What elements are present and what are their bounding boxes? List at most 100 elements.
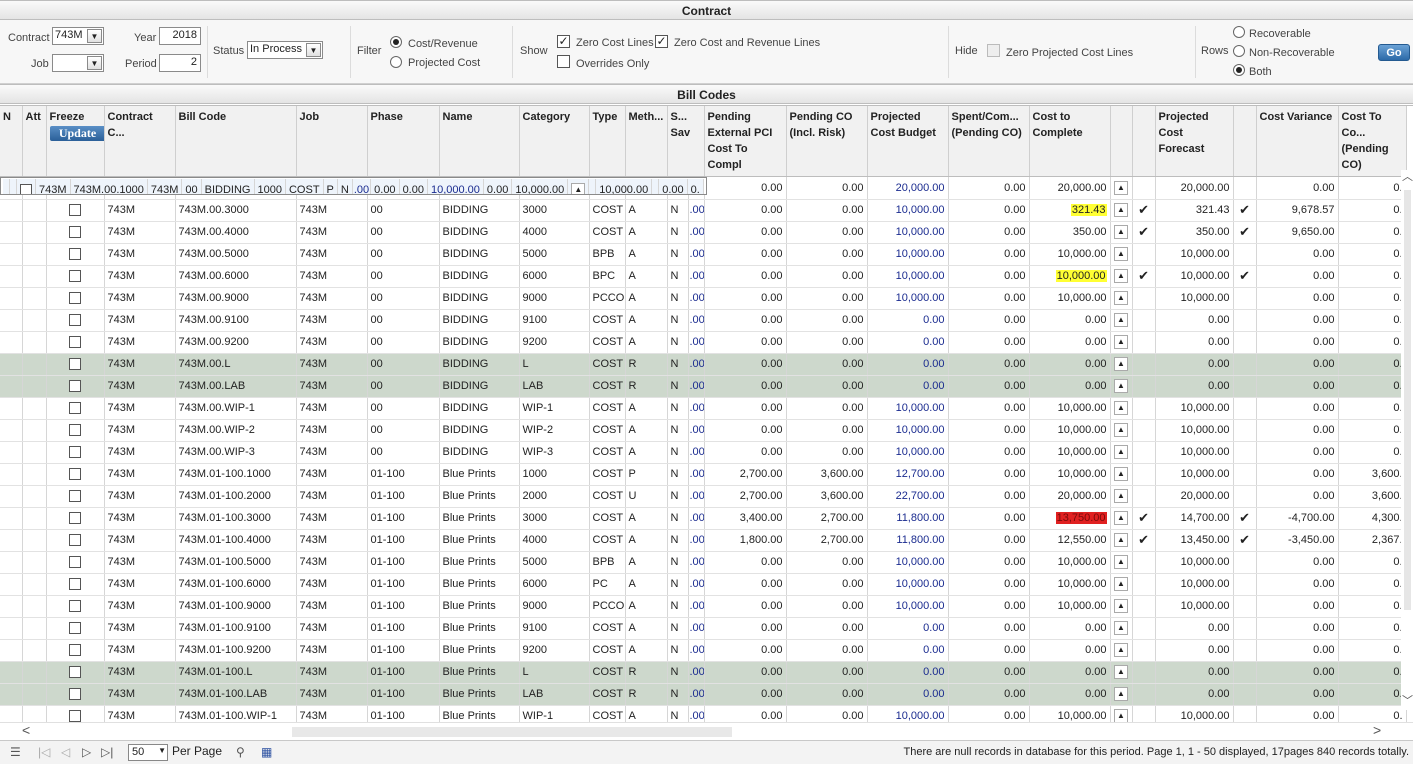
period-input[interactable]: 2 [159, 54, 201, 72]
list-icon[interactable]: ☰ [10, 745, 21, 759]
table-row[interactable]: 743M 743M.01-100.9100 743M 01-100 Blue Print… [0, 617, 1407, 640]
cell-projected-budget[interactable]: 10,000.00 [867, 287, 949, 310]
first-page-icon[interactable]: |◁ [38, 745, 50, 759]
next-page-icon[interactable]: ▷ [82, 745, 91, 759]
override-up-icon[interactable]: ▲ [1114, 555, 1129, 569]
table-row[interactable]: 743M 743M.01-100.LAB 743M 01-100 Blue Prints… [0, 683, 1407, 706]
cell-projected-budget[interactable]: 12,700.00 [867, 463, 949, 486]
cell-bill-code[interactable]: 743M.00.LAB [175, 375, 297, 398]
table-row[interactable]: 743M 743M.00.9100 743M 00 BIDDING 9100 COST A N.… [0, 309, 1407, 332]
cell-bill-code[interactable]: 743M.00.9200 [175, 331, 297, 354]
col-pending-pci[interactable]: Pending External PCI Cost To Compl [704, 106, 787, 177]
freeze-checkbox[interactable] [69, 468, 81, 481]
table-row[interactable]: 743M 743M.01-100.2000 743M 01-100 Blue Print… [0, 485, 1407, 508]
cell-bill-code[interactable]: 743M.01-100.1000 [175, 463, 297, 486]
cell-projected-budget[interactable]: 10,000.00 [867, 243, 949, 266]
freeze-checkbox[interactable] [69, 512, 81, 525]
cell-bill-code[interactable]: 743M.01-100.WIP-1 [175, 705, 297, 722]
freeze-checkbox[interactable] [20, 183, 32, 194]
cell-cost-to-complete[interactable]: 10,000.00 [1029, 419, 1111, 442]
cell-projected-budget[interactable]: 10,000.00 [867, 573, 949, 596]
cell-cost-to-complete[interactable]: 20,000.00 [1029, 177, 1111, 200]
cell-cost-to-complete[interactable]: 321.43 [1029, 199, 1111, 222]
col-method[interactable]: Meth... [625, 106, 668, 177]
show-zero-cost-checkbox[interactable]: ✓ [557, 35, 570, 48]
override-up-icon[interactable]: ▲ [1114, 467, 1129, 481]
chevron-left-icon[interactable]: < [22, 722, 30, 738]
cell-cost-to-complete[interactable]: 20,000.00 [1029, 485, 1111, 508]
table-row[interactable]: 743M 743M.00.5000 743M 00 BIDDING 5000 BPB A N .0… [0, 243, 1407, 266]
filter-icon[interactable]: ⚲ [236, 745, 245, 759]
cell-cost-to-complete[interactable]: 0.00 [1029, 375, 1111, 398]
cell-bill-code[interactable]: 743M.01-100.LAB [175, 683, 297, 706]
cell-bill-code[interactable]: 743M.01-100.6000 [175, 573, 297, 596]
cell-projected-budget[interactable]: 10,000.00 [867, 397, 949, 420]
cell-cost-to-complete[interactable]: 0.00 [1029, 617, 1111, 640]
col-spent-committed[interactable]: Spent/Com... (Pending CO) [948, 106, 1030, 177]
update-button[interactable]: Update [49, 126, 103, 141]
override-up-icon[interactable]: ▲ [1114, 709, 1129, 722]
cell-bill-code[interactable]: 743M.01-100.9200 [175, 639, 297, 662]
freeze-checkbox[interactable] [69, 248, 81, 261]
override-up-icon[interactable]: ▲ [1114, 423, 1129, 437]
col-name[interactable]: Name [439, 106, 520, 177]
cell-projected-budget[interactable]: 10,000.00 [867, 441, 949, 464]
override-up-icon[interactable]: ▲ [1114, 180, 1129, 195]
freeze-checkbox[interactable] [69, 644, 81, 657]
cell-bill-code[interactable]: 743M.01-100.4000 [175, 529, 297, 552]
cell-projected-budget[interactable]: 10,000.00 [867, 419, 949, 442]
col-phase[interactable]: Phase [367, 106, 440, 177]
cell-bill-code[interactable]: 743M.00.6000 [175, 265, 297, 288]
cell-projected-budget[interactable]: 10,000.00 [867, 265, 949, 288]
override-up-icon[interactable]: ▲ [1114, 291, 1129, 305]
cell-bill-code[interactable]: 743M.00.4000 [175, 221, 297, 244]
cell-cost-to-complete[interactable]: 10,000.00 [1029, 397, 1111, 420]
override-up-icon[interactable]: ▲ [1114, 379, 1129, 393]
override-up-icon[interactable]: ▲ [1114, 489, 1129, 503]
freeze-checkbox[interactable] [69, 380, 81, 393]
freeze-checkbox[interactable] [69, 424, 81, 437]
filter-cost-revenue-radio[interactable] [390, 36, 402, 48]
cell-cost-to-complete[interactable]: 13,750.00 [1029, 507, 1111, 530]
col-n[interactable]: N [0, 106, 23, 177]
cell-projected-budget[interactable]: 10,000.00 [867, 199, 949, 222]
table-row[interactable]: 743M 743M.01-100.WIP-1 743M 01-100 Blue Prin… [0, 705, 1407, 722]
status-select[interactable]: In Process ▼ [247, 41, 323, 59]
col-cost-to-complete[interactable]: Cost to Complete [1029, 106, 1111, 177]
override-up-icon[interactable]: ▲ [1114, 511, 1129, 525]
table-row[interactable]: 743M 743M.00.9200 743M 00 BIDDING 9200 COST A N.… [0, 331, 1407, 354]
col-projected-forecast[interactable]: Projected Cost Forecast [1155, 106, 1234, 177]
col-job[interactable]: Job [296, 106, 368, 177]
scrollbar-thumb[interactable] [292, 727, 732, 737]
table-row[interactable]: 743M 743M.00.3000 743M 00 BIDDING 3000 COST A N.… [0, 199, 1407, 222]
col-type[interactable]: Type [589, 106, 626, 177]
vertical-scrollbar[interactable]: ︿ ﹀ [1401, 170, 1413, 710]
go-button[interactable]: Go [1378, 44, 1410, 61]
freeze-checkbox[interactable] [69, 534, 81, 547]
chevron-up-icon[interactable]: ︿ [1402, 168, 1413, 184]
override-up-icon[interactable]: ▲ [1114, 401, 1129, 415]
freeze-checkbox[interactable] [69, 622, 81, 635]
rows-recoverable-radio[interactable] [1233, 26, 1245, 38]
override-up-icon[interactable]: ▲ [1114, 445, 1129, 459]
scrollbar-thumb[interactable] [1404, 190, 1411, 610]
freeze-checkbox[interactable] [69, 292, 81, 305]
filter-projected-cost-radio[interactable] [390, 56, 402, 68]
cell-cost-to-complete[interactable]: 0.00 [1029, 639, 1111, 662]
override-up-icon[interactable]: ▲ [1114, 533, 1129, 547]
cell-projected-budget[interactable]: 0.00 [867, 353, 949, 376]
table-row[interactable]: 743M 743M.01-100.L 743M 01-100 Blue Prints L C… [0, 661, 1407, 684]
table-row[interactable]: 743M 743M.00.1000 743M 00 BIDDING 1000 COST P N.… [0, 177, 707, 195]
override-up-icon[interactable]: ▲ [1114, 269, 1129, 283]
override-up-icon[interactable]: ▲ [1114, 665, 1129, 679]
cell-projected-budget[interactable]: 0.00 [867, 331, 949, 354]
table-row[interactable]: 743M 743M.00.LAB 743M 00 BIDDING LAB COST R N .00… [0, 375, 1407, 398]
rows-both-radio[interactable] [1233, 64, 1245, 76]
year-input[interactable]: 2018 [159, 27, 201, 45]
override-up-icon[interactable]: ▲ [1114, 203, 1129, 217]
col-ctc-pending[interactable]: Cost To Co... (Pending CO) [1338, 106, 1407, 177]
table-row[interactable]: 743M 743M.00.4000 743M 00 BIDDING 4000 COST A N.… [0, 221, 1407, 244]
cell-projected-budget[interactable]: 22,700.00 [867, 485, 949, 508]
cell-bill-code[interactable]: 743M.00.5000 [175, 243, 297, 266]
cell-cost-to-complete[interactable]: 10,000.00 [1029, 265, 1111, 288]
